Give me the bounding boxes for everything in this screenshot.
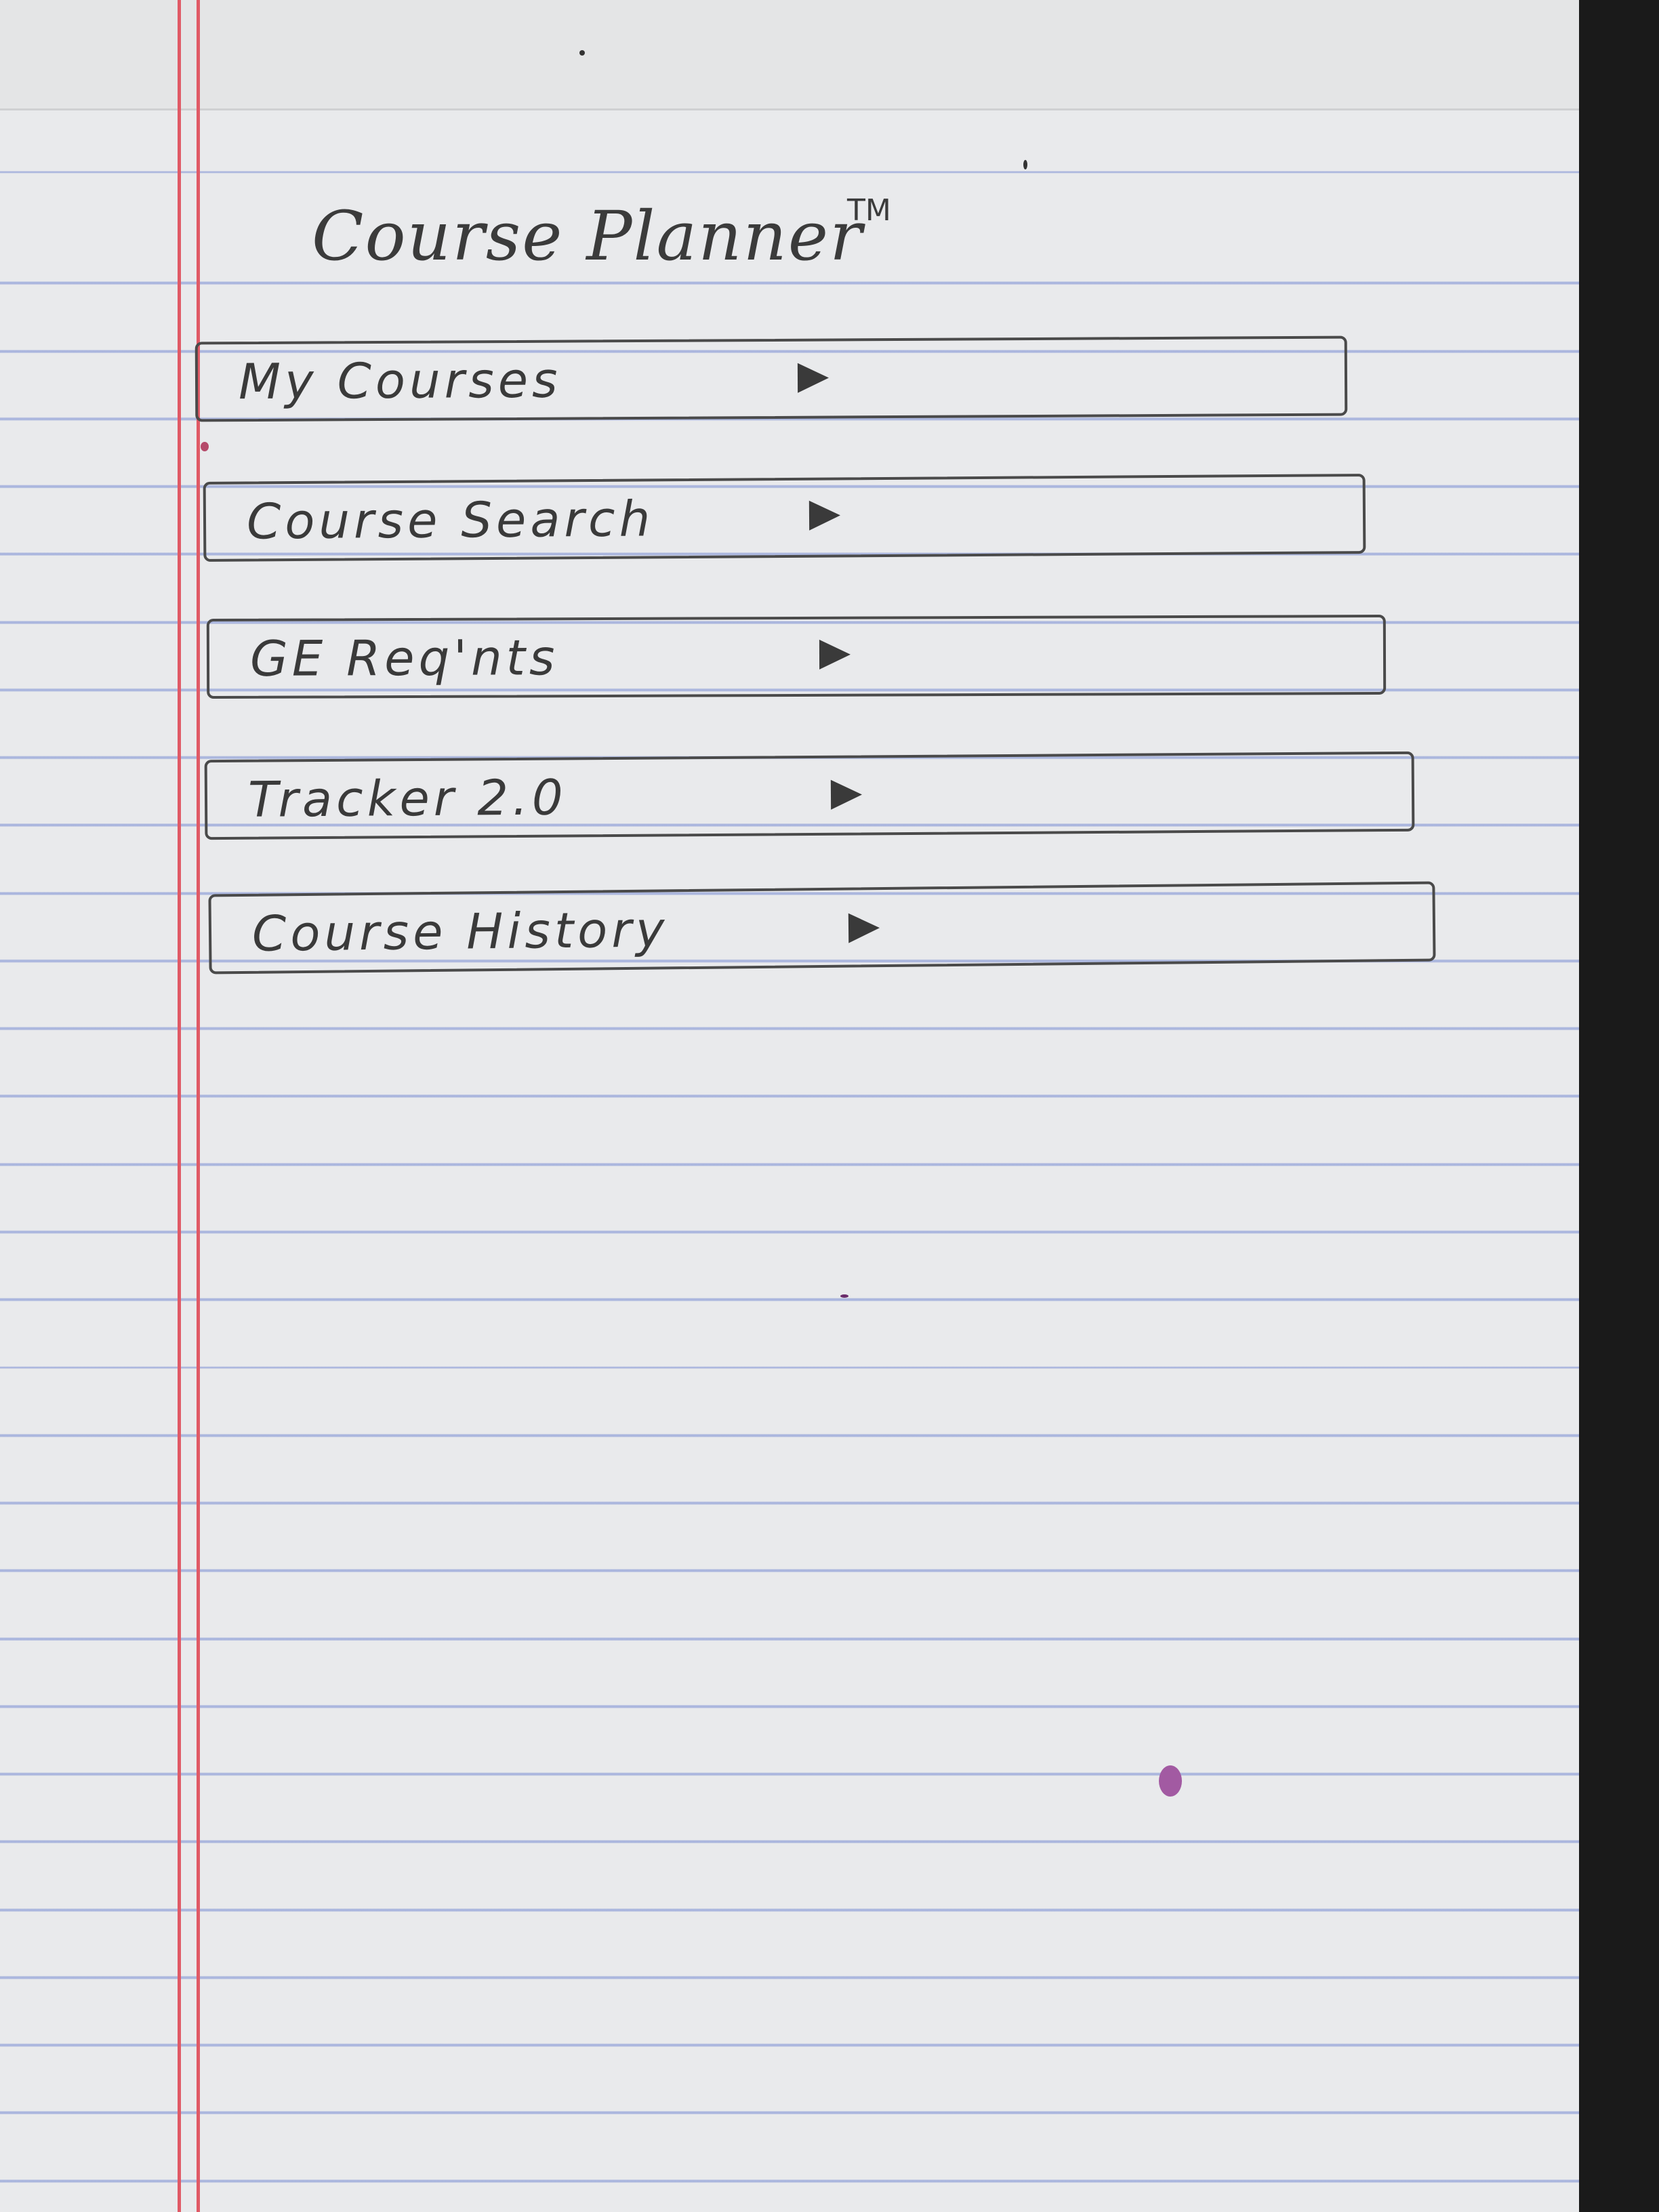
ink-speck [579,50,585,56]
ink-speck [840,1294,848,1298]
menu-item-tracker[interactable]: Tracker 2.0 [204,751,1415,840]
menu-item-course-history[interactable]: Course History [208,881,1436,975]
chevron-right-icon [797,363,830,393]
menu-item-label: GE Req'nts [249,629,559,687]
margin-line [178,0,181,2212]
chevron-right-icon [808,500,841,531]
margin-line [197,0,200,2212]
chevron-right-icon [819,639,851,670]
ink-speck [1159,1765,1182,1797]
notebook-paper: Course Planner TM My Courses Course Sear… [0,0,1579,2212]
chevron-right-icon [830,779,863,810]
menu-item-my-courses[interactable]: My Courses [194,335,1348,422]
menu-item-label: Tracker 2.0 [247,769,567,828]
app-title: Course Planner [312,197,863,276]
menu-item-label: Course History [251,901,669,962]
menu-item-ge-reqnts[interactable]: GE Req'nts [206,614,1387,699]
menu-item-course-search[interactable]: Course Search [203,474,1366,562]
ink-speck [201,442,209,451]
menu-item-label: My Courses [238,351,562,411]
trademark-mark: TM [847,193,891,228]
menu-item-label: Course Search [246,490,655,550]
ink-speck [1023,160,1027,169]
chevron-right-icon [848,913,880,943]
paper-top-edge [0,0,1579,110]
